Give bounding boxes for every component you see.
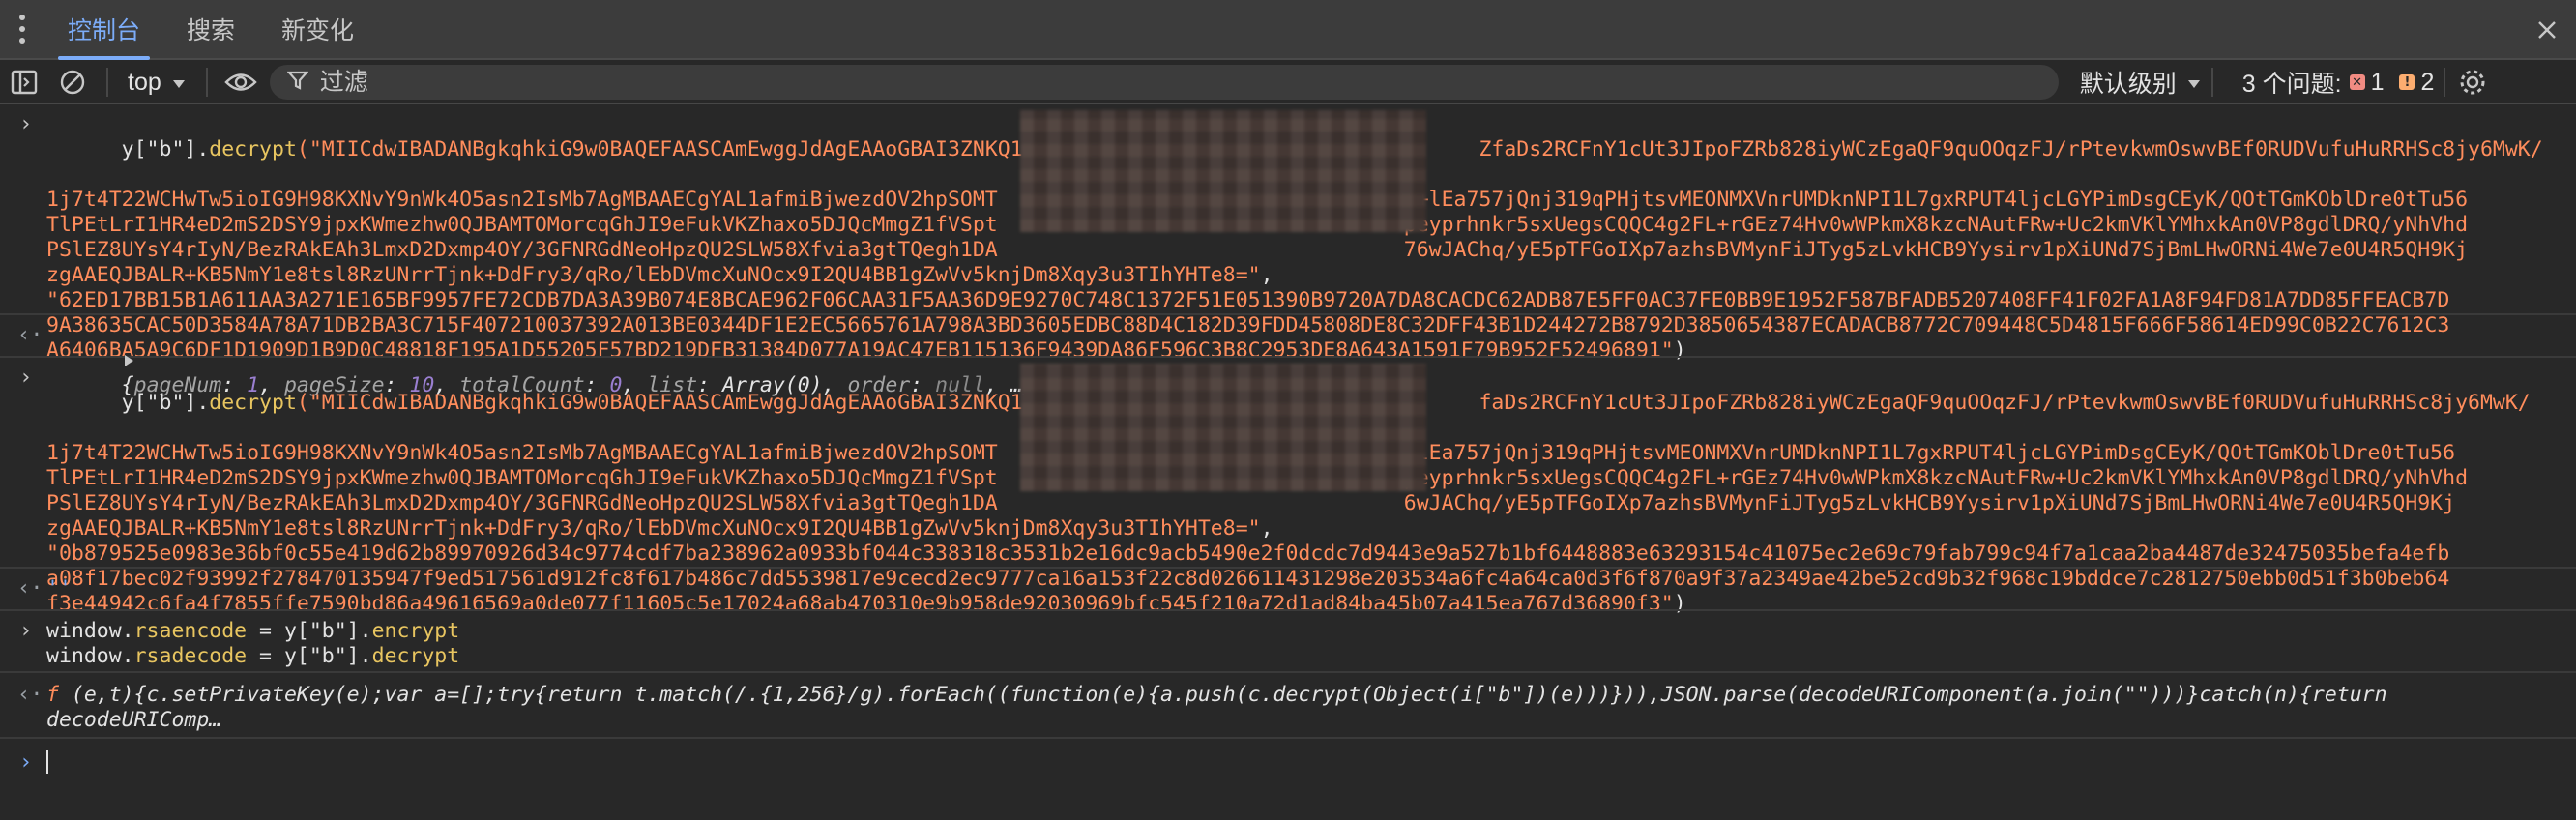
code-method: encrypt bbox=[371, 619, 460, 643]
toolbar-divider bbox=[205, 68, 208, 97]
code-text: window. bbox=[46, 644, 134, 668]
code-text: y["b"]. bbox=[121, 391, 210, 415]
sidebar-toggle-icon[interactable] bbox=[0, 61, 48, 103]
code-string: 1j7t4T22WCHwTw5ioIG9H98KXNvY9nWk4O5asn2I… bbox=[46, 441, 998, 465]
console-input-entry[interactable]: › window.rsaencode = y["b"].encrypt wind… bbox=[0, 611, 2576, 673]
code-string: faDs2RCFnY1cUt3JIpoFZRb828iyWCzEgaQF9quO… bbox=[1478, 391, 2531, 415]
issues-counter[interactable]: 3 个问题: ✕ 1 ! 2 bbox=[2242, 65, 2435, 100]
console-toolbar: top 默认级别 3 个问题: ✕ 1 ! 2 bbox=[0, 62, 2576, 104]
code-string: 76wJAChq/yE5pTFGoIXp7azhsBVMynFiJTyg5zLv… bbox=[1403, 238, 2469, 262]
code-text: window. bbox=[46, 619, 134, 643]
close-drawer-icon[interactable] bbox=[2518, 0, 2576, 60]
chevron-down-icon bbox=[2186, 69, 2202, 97]
live-expression-eye-icon[interactable] bbox=[218, 61, 264, 103]
result-empty-string: '' bbox=[46, 576, 72, 600]
chevron-down-icon bbox=[171, 69, 187, 97]
result-arrow-icon: ‹· bbox=[17, 683, 44, 707]
code-string: +lEa757jQnj319qPHjtsvMEONMXVnrUMDknNPI1L… bbox=[1403, 441, 2456, 465]
console-result-entry[interactable]: ‹· f (e,t){c.setPrivateKey(e);var a=[];t… bbox=[0, 673, 2576, 739]
filter-input-wrapper bbox=[269, 65, 2059, 100]
input-prompt-icon: › bbox=[19, 619, 33, 643]
code-string: peyprhnkr5sxUegsCQQC4g2FL+rGEz74Hv0wWPkm… bbox=[1403, 466, 2469, 490]
code-string: ZfaDs2RCFnY1cUt3JIpoFZRb828iyWCzEgaQF9qu… bbox=[1478, 137, 2543, 161]
more-options-icon[interactable] bbox=[0, 0, 44, 58]
filter-input[interactable] bbox=[319, 68, 1964, 97]
clear-console-icon[interactable] bbox=[48, 61, 97, 103]
console-input-entry[interactable]: › y["b"].decrypt("MIICdwIBADANBgkqhkiG9w… bbox=[0, 106, 2576, 363]
code-text: = y["b"]. bbox=[247, 619, 372, 643]
tab-whats-new[interactable]: 新变化 bbox=[258, 0, 377, 58]
result-arrow-icon: ‹· bbox=[17, 576, 44, 600]
input-prompt-icon: › bbox=[19, 366, 33, 390]
tab-search-label: 搜索 bbox=[187, 17, 236, 44]
error-icon: ✕ bbox=[2349, 74, 2365, 90]
text-caret bbox=[46, 750, 48, 774]
code-string: zgAAEQJBALR+KB5NmY1e8tsl8RzUNrrTjnk+DdFr… bbox=[46, 263, 1261, 287]
console-result-entry[interactable]: ‹· '' bbox=[0, 569, 2576, 611]
code-string: TlPEtLrI1HR4eD2mS2DSY9jpxKWmezhw0QJBAMTO… bbox=[46, 466, 998, 490]
code-text: = y["b"]. bbox=[247, 644, 372, 668]
code-string: zgAAEQJBALR+KB5NmY1e8tsl8RzUNrrTjnk+DdFr… bbox=[46, 516, 1261, 541]
warning-count: 2 bbox=[2420, 68, 2435, 96]
console-result-entry[interactable]: ‹· {pageNum: 1, pageSize: 10, totalCount… bbox=[0, 315, 2576, 397]
warning-icon: ! bbox=[2399, 74, 2415, 90]
tab-whats-new-label: 新变化 bbox=[281, 17, 355, 44]
log-level-dropdown[interactable]: 默认级别 bbox=[2080, 65, 2202, 100]
code-text: , bbox=[1260, 516, 1273, 541]
code-string: peyprhnkr5sxUegsCQQC4g2FL+rGEz74Hv0wWPkm… bbox=[1403, 213, 2469, 237]
context-selector[interactable]: top bbox=[118, 69, 196, 97]
code-string: PSlEZ8UYsY4rIyN/BezRAkEAh3LmxD2Dxmp4OY/3… bbox=[46, 491, 998, 515]
error-count: 1 bbox=[2370, 68, 2385, 96]
input-prompt-icon: › bbox=[19, 750, 33, 775]
error-badge: ✕ 1 bbox=[2349, 68, 2385, 97]
console-input-entry[interactable]: › y["b"].decrypt("MIICdwIBADANBgkqhkiG9w… bbox=[0, 358, 2576, 616]
result-arrow-icon: ‹· bbox=[17, 323, 44, 347]
code-string: h+lEa757jQnj319qPHjtsvMEONMXVnrUMDknNPI1… bbox=[1403, 188, 2469, 212]
code-text: , bbox=[1260, 263, 1273, 287]
tab-search[interactable]: 搜索 bbox=[163, 0, 258, 58]
toolbar-divider bbox=[2444, 68, 2446, 97]
console-prompt[interactable]: › bbox=[0, 739, 2576, 787]
code-string: 1j7t4T22WCHwTw5ioIG9H98KXNvY9nWk4O5asn2I… bbox=[46, 188, 998, 212]
code-string: PSlEZ8UYsY4rIyN/BezRAkEAh3LmxD2Dxmp4OY/3… bbox=[46, 238, 998, 262]
code-string: 6wJAChq/yE5pTFGoIXp7azhsBVMynFiJTyg5zLvk… bbox=[1403, 491, 2456, 515]
redacted-region bbox=[1020, 364, 1426, 491]
warning-badge: ! 2 bbox=[2399, 69, 2434, 97]
code-string: ("MIICdwIBADANBgkqhkiG9w0BAQEFAASCAmEwgg… bbox=[296, 137, 1073, 161]
function-source: (e,t){c.setPrivateKey(e);var a=[];try{re… bbox=[58, 683, 2387, 707]
code-string: TlPEtLrI1HR4eD2mS2DSY9jpxKWmezhw0QJBAMTO… bbox=[46, 213, 998, 237]
devtools-tab-bar: 控制台 搜索 新变化 bbox=[0, 0, 2576, 60]
code-method: decrypt bbox=[209, 137, 297, 161]
log-level-label: 默认级别 bbox=[2079, 71, 2177, 98]
redacted-region bbox=[1020, 110, 1426, 232]
code-method: decrypt bbox=[371, 644, 460, 668]
code-property: rsadecode bbox=[133, 644, 248, 668]
code-string: "0b879525e0983e36bf0c55e419d62b89970926d… bbox=[46, 542, 2450, 566]
code-string: ("MIICdwIBADANBgkqhkiG9w0BAQEFAASCAmEwgg… bbox=[296, 391, 1073, 415]
settings-gear-icon[interactable] bbox=[2455, 61, 2490, 103]
filter-funnel-icon bbox=[286, 70, 309, 96]
code-string: "62ED17BB15B1A611AA3A271E165BF9957FE72CD… bbox=[46, 288, 2450, 312]
console-messages: › y["b"].decrypt("MIICdwIBADANBgkqhkiG9w… bbox=[0, 106, 2576, 820]
code-method: decrypt bbox=[209, 391, 297, 415]
context-selector-label: top bbox=[128, 68, 161, 96]
toolbar-divider bbox=[2210, 68, 2213, 97]
issues-label: 3 个问题: bbox=[2241, 71, 2342, 98]
tab-console-label: 控制台 bbox=[68, 17, 141, 44]
code-property: rsaencode bbox=[133, 619, 248, 643]
function-source: decodeURIComp… bbox=[46, 708, 222, 732]
toolbar-divider bbox=[106, 68, 108, 97]
code-text: y["b"]. bbox=[121, 137, 210, 161]
function-keyword: f bbox=[46, 683, 59, 707]
tab-console[interactable]: 控制台 bbox=[44, 0, 163, 60]
input-prompt-icon: › bbox=[19, 112, 33, 136]
